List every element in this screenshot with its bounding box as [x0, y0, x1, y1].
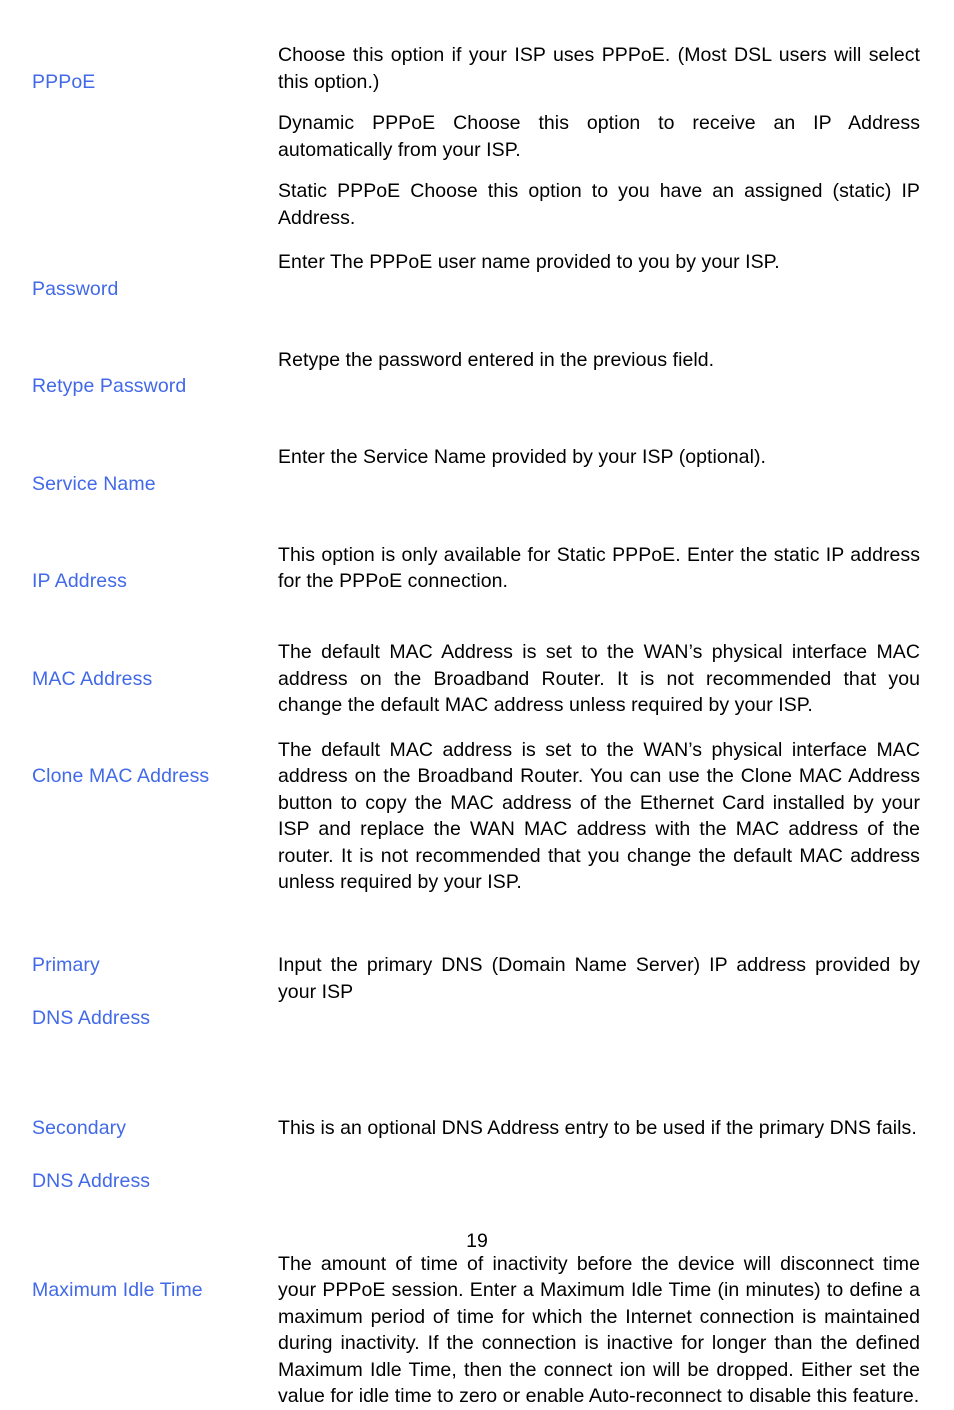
term-label-retype-password: Retype Password	[32, 347, 278, 427]
term-label-line: MAC Address	[32, 667, 153, 690]
term-label-primary-dns-address: Primary DNS Address	[32, 926, 278, 1059]
definition-row-retype-password: Retype Password Retype the password ente…	[32, 347, 920, 427]
definition-paragraph: Input the primary DNS (Domain Name Serve…	[278, 954, 920, 1003]
term-label-line: PPPoE	[32, 70, 96, 93]
definition-body-ip-address: This option is only available for Static…	[278, 542, 920, 595]
term-label-maximum-idle-time: Maximum Idle Time	[32, 1251, 278, 1331]
definition-body-retype-password: Retype the password entered in the previ…	[278, 347, 920, 374]
term-label-mac-address: MAC Address	[32, 639, 278, 719]
definition-paragraph: The default MAC address is set to the WA…	[278, 738, 920, 894]
definition-body-mac-address: The default MAC Address is set to the WA…	[278, 639, 920, 719]
term-label-line: DNS Address	[32, 1007, 151, 1029]
definition-row-ip-address: IP Address This option is only available…	[32, 542, 920, 622]
definition-body-primary-dns-address: Input the primary DNS (Domain Name Serve…	[278, 926, 920, 1006]
definition-paragraph: Choose this option if your ISP uses PPPo…	[278, 44, 920, 93]
definition-paragraph: Enter The PPPoE user name provided to yo…	[278, 251, 780, 273]
definition-row-clone-mac-address: Clone MAC Address The default MAC addres…	[32, 737, 920, 896]
term-label-line: DNS Address	[32, 1169, 151, 1192]
term-label-line: Retype Password	[32, 375, 187, 397]
definition-row-mac-address: MAC Address The default MAC Address is s…	[32, 639, 920, 719]
definition-list: PPPoE Choose this option if your ISP use…	[32, 42, 920, 1410]
definition-body-service-name: Enter the Service Name provided by your …	[278, 444, 920, 471]
term-label-password: Password	[32, 249, 278, 329]
definition-row-pppoe: PPPoE Choose this option if your ISP use…	[32, 42, 920, 231]
term-label-service-name: Service Name	[32, 444, 278, 524]
definition-paragraph: This is an optional DNS Address entry to…	[278, 1116, 917, 1139]
definition-row-primary-dns-address: Primary DNS Address Input the primary DN…	[32, 926, 920, 1059]
term-label-line: Clone MAC Address	[32, 765, 210, 787]
term-label-line: Maximum Idle Time	[32, 1279, 203, 1301]
term-label-line: Secondary	[32, 1116, 127, 1139]
document-page: PPPoE Choose this option if your ISP use…	[0, 0, 954, 1407]
definition-row-password: Password Enter The PPPoE user name provi…	[32, 249, 920, 329]
definition-paragraph: Dynamic PPPoE Choose this option to rece…	[278, 112, 920, 161]
definition-row-service-name: Service Name Enter the Service Name prov…	[32, 444, 920, 524]
definition-body-password: Enter The PPPoE user name provided to yo…	[278, 249, 920, 276]
term-label-pppoe: PPPoE	[32, 42, 278, 122]
definition-paragraph: Enter the Service Name provided by your …	[278, 446, 766, 468]
page-number: 19	[466, 1230, 488, 1252]
definition-row-secondary-dns-address: Secondary DNS Address This is an optiona…	[32, 1088, 920, 1221]
definition-row-maximum-idle-time: Maximum Idle Time The amount of time of …	[32, 1251, 920, 1410]
term-label-line: IP Address	[32, 570, 127, 592]
term-label-line: Primary	[32, 954, 100, 976]
definition-body-secondary-dns-address: This is an optional DNS Address entry to…	[278, 1088, 920, 1141]
definition-paragraph: The default MAC Address is set to the WA…	[278, 641, 920, 716]
definition-body-pppoe: Choose this option if your ISP uses PPPo…	[278, 42, 920, 231]
definition-body-clone-mac-address: The default MAC address is set to the WA…	[278, 737, 920, 896]
term-label-line: Service Name	[32, 472, 156, 495]
term-label-line: Password	[32, 277, 119, 300]
term-label-clone-mac-address: Clone MAC Address	[32, 737, 278, 817]
definition-paragraph: This option is only available for Static…	[278, 543, 920, 593]
definition-paragraph: Retype the password entered in the previ…	[278, 348, 715, 371]
definition-paragraph: The amount of time of inactivity before …	[278, 1252, 920, 1408]
definition-paragraph: Static PPPoE Choose this option to you h…	[278, 180, 920, 229]
term-label-ip-address: IP Address	[32, 542, 278, 622]
definition-body-maximum-idle-time: The amount of time of inactivity before …	[278, 1251, 920, 1410]
term-label-secondary-dns-address: Secondary DNS Address	[32, 1088, 278, 1221]
